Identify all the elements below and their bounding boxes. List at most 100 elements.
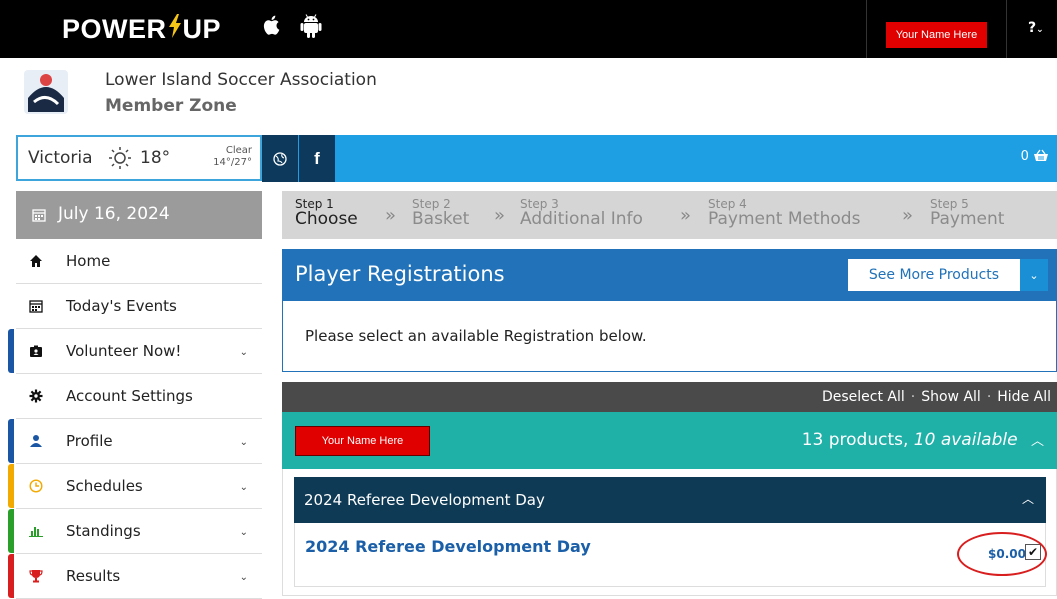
step-label: Additional Info: [520, 209, 643, 229]
weather-temperature: 18°: [140, 148, 171, 168]
sidebar-item-todays-events[interactable]: Today's Events: [16, 284, 262, 329]
weather-condition: Clear 14°/27°: [213, 145, 252, 169]
show-all-link[interactable]: Show All: [921, 389, 981, 405]
member-products-bar[interactable]: Your Name Here 13 products, 10 available…: [282, 412, 1057, 469]
date-text: July 16, 2024: [58, 204, 170, 224]
page-title: Player Registrations: [295, 262, 505, 286]
step-label: Choose: [295, 209, 358, 229]
user-name-button[interactable]: Your Name Here: [886, 22, 987, 48]
sidebar-item-label: Home: [66, 252, 111, 270]
topbar-divider: [866, 0, 867, 58]
chevron-double-right-icon: »: [680, 205, 692, 226]
sidebar-item-schedules[interactable]: Schedules ⌄: [8, 464, 262, 509]
chevron-up-icon: ︿: [1021, 492, 1034, 506]
sidebar-item-home[interactable]: Home: [16, 239, 262, 284]
sidebar-item-label: Profile: [66, 432, 113, 450]
product-count: 13 products, 10 available ︿: [802, 430, 1044, 450]
calendar-icon: [28, 298, 44, 314]
basket-button[interactable]: 0: [1021, 149, 1049, 164]
product-row: 2024 Referee Development Day $0.00 ✔: [294, 523, 1046, 587]
sidebar-item-label: Standings: [66, 522, 141, 540]
chevron-double-right-icon: »: [902, 205, 914, 226]
step-choose[interactable]: Step 1 Choose: [295, 197, 358, 229]
separator: ·: [910, 389, 916, 405]
group-title: 2024 Referee Development Day: [304, 491, 545, 509]
sidebar-item-label: Volunteer Now!: [66, 342, 182, 360]
accent-bar: [8, 329, 14, 373]
registration-notice: Please select an available Registration …: [282, 301, 1057, 372]
lightning-icon: [168, 14, 182, 45]
step-basket[interactable]: Step 2 Basket: [412, 197, 470, 229]
sidebar-nav: Home Today's Events Volunteer Now! ⌄ Acc…: [8, 239, 262, 599]
basket-icon: [1034, 149, 1048, 161]
help-icon: ?: [1028, 20, 1037, 36]
weather-city: Victoria: [28, 148, 93, 168]
basket-count: 0: [1020, 149, 1029, 164]
powerup-logo[interactable]: POWER UP: [62, 14, 221, 45]
chevron-down-icon: ⌄: [239, 527, 248, 538]
sidebar-item-label: Results: [66, 567, 121, 585]
topbar-divider: [1006, 0, 1007, 58]
hide-all-link[interactable]: Hide All: [997, 389, 1051, 405]
chevron-down-icon: ⌄: [239, 482, 248, 493]
product-name-link[interactable]: 2024 Referee Development Day: [305, 537, 591, 556]
sidebar-item-label: Schedules: [66, 477, 143, 495]
trophy-icon: [28, 568, 44, 584]
association-crest-icon[interactable]: [22, 68, 70, 116]
sidebar-item-results[interactable]: Results ⌄: [8, 554, 262, 599]
weather-widget: Victoria 18° Clear 14°/27°: [16, 135, 262, 181]
product-count-text: 13 products,: [801, 430, 914, 450]
highlight-circle: [957, 532, 1047, 576]
sidebar-item-label: Account Settings: [66, 387, 193, 405]
accent-bar: [8, 554, 14, 598]
gear-icon: [28, 388, 44, 404]
sidebar-item-standings[interactable]: Standings ⌄: [8, 509, 262, 554]
see-more-products-button[interactable]: See More Products: [848, 259, 1020, 291]
deselect-all-link[interactable]: Deselect All: [822, 389, 905, 405]
step-additional-info[interactable]: Step 3 Additional Info: [520, 197, 643, 229]
chevron-down-icon: ⌄: [239, 572, 248, 583]
sidebar-item-account-settings[interactable]: Account Settings: [16, 374, 262, 419]
social-bar: f 0: [262, 135, 1057, 182]
step-label: Payment: [930, 209, 1005, 229]
sidebar-item-profile[interactable]: Profile ⌄: [8, 419, 262, 464]
association-header: Lower Island Soccer Association Member Z…: [0, 58, 1057, 136]
logo-text-left: POWER: [62, 14, 167, 44]
facebook-icon[interactable]: f: [299, 135, 335, 182]
calendar-icon: [32, 209, 46, 222]
accent-bar: [8, 509, 14, 553]
step-label: Basket: [412, 209, 470, 229]
top-bar: POWER UP Your Name Here ?⌄: [0, 0, 1057, 58]
chevron-up-icon[interactable]: ︿: [1031, 434, 1044, 449]
chevron-down-icon: ⌄: [239, 437, 248, 448]
chevron-down-icon: ⌄: [239, 347, 248, 358]
help-menu[interactable]: ?⌄: [1028, 20, 1044, 36]
product-actions-bar: Deselect All · Show All · Hide All: [282, 382, 1057, 412]
user-icon: [28, 433, 44, 449]
product-group-header[interactable]: 2024 Referee Development Day ︿: [294, 477, 1046, 523]
chevron-double-right-icon: »: [494, 205, 506, 226]
chevron-down-icon[interactable]: ⌄: [1020, 259, 1048, 291]
available-count-text: 10 available: [913, 430, 1018, 450]
step-payment[interactable]: Step 5 Payment: [930, 197, 1005, 229]
apple-icon[interactable]: [262, 14, 280, 36]
sidebar-item-label: Today's Events: [66, 297, 177, 315]
accent-bar: [8, 419, 14, 463]
accent-bar: [8, 464, 14, 508]
globe-icon[interactable]: [262, 135, 298, 182]
step-payment-methods[interactable]: Step 4 Payment Methods: [708, 197, 861, 229]
clock-icon: [28, 478, 44, 494]
step-label: Payment Methods: [708, 209, 861, 229]
separator: ·: [986, 389, 992, 405]
chevron-down-icon: ⌄: [1036, 25, 1044, 35]
weather-range: 14°/27°: [213, 157, 252, 168]
android-icon[interactable]: [300, 14, 322, 38]
id-card-icon: [28, 343, 44, 359]
chevron-double-right-icon: »: [385, 205, 397, 226]
logo-text-right: UP: [182, 14, 222, 44]
product-category-header: Player Registrations See More Products ⌄: [282, 249, 1057, 301]
weather-condition-text: Clear: [225, 145, 252, 156]
sidebar-item-volunteer-now[interactable]: Volunteer Now! ⌄: [8, 329, 262, 374]
member-name-badge: Your Name Here: [295, 426, 430, 456]
member-zone-label: Member Zone: [105, 96, 237, 116]
